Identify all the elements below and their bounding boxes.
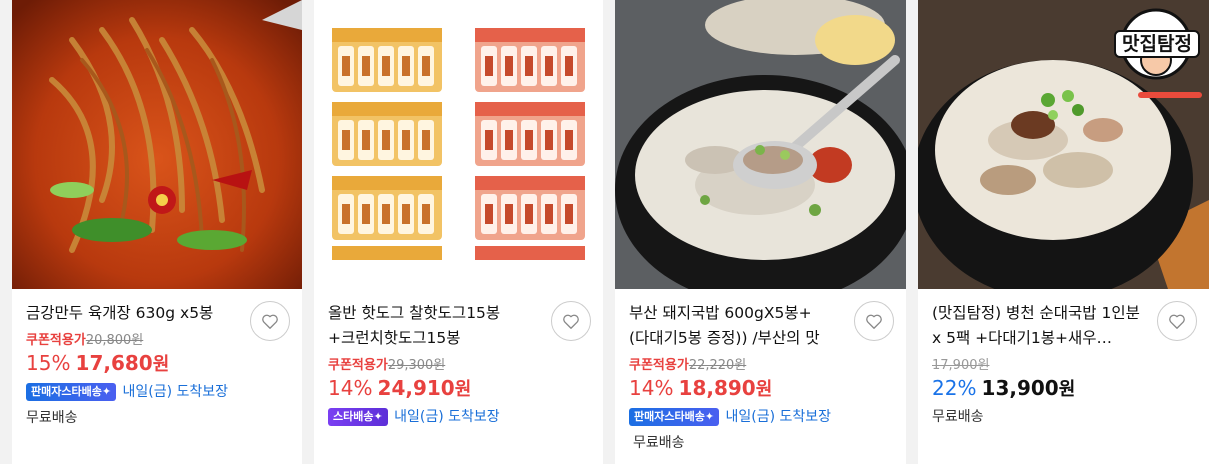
delivery-row: 판매자스타배송✦ 내일(금) 도착보장 — [26, 382, 290, 402]
original-price: 22,220원 — [688, 358, 747, 373]
arrival-guarantee: 내일(금) 도착보장 — [394, 409, 500, 425]
arrival-guarantee: 내일(금) 도착보장 — [725, 409, 832, 425]
price-row: 14% 18,890원 — [629, 375, 894, 401]
wishlist-button[interactable] — [854, 301, 894, 341]
discount-rate: 15% — [26, 351, 71, 375]
free-shipping: 무료배송 — [633, 435, 685, 451]
heart-outline-icon — [866, 314, 882, 329]
product-image-hotdog[interactable] — [314, 0, 603, 289]
original-price-row: 17,900원 — [932, 357, 1197, 375]
heart-outline-icon — [1169, 314, 1185, 329]
star-delivery-badge: 스타배송✦ — [328, 408, 388, 426]
product-card-4[interactable]: 맛집탐정 (맛집탐정) 병천 순대국밥 1인분 x 5팩 +다대기1봉+새우… … — [918, 0, 1209, 464]
coupon-price-row: 쿠폰적용가20,800원 — [26, 332, 290, 350]
price-row: 15% 17,680원 — [26, 350, 290, 376]
price-row: 22% 13,900원 — [932, 375, 1197, 401]
seller-star-delivery-badge: 판매자스타배송✦ — [629, 408, 720, 426]
discount-rate: 14% — [629, 376, 674, 400]
sale-price: 13,900 — [981, 376, 1059, 400]
delivery-row: 스타배송✦ 내일(금) 도착보장 — [328, 407, 591, 427]
sale-price: 18,890 — [678, 376, 756, 400]
currency-unit: 원 — [152, 354, 170, 375]
arrival-guarantee: 내일(금) 도착보장 — [122, 384, 229, 400]
discount-rate: 22% — [932, 376, 977, 400]
currency-unit: 원 — [454, 379, 472, 400]
coupon-price-row: 쿠폰적용가29,300원 — [328, 357, 591, 375]
original-price: 17,900원 — [932, 358, 990, 373]
original-price: 29,300원 — [387, 358, 446, 373]
coupon-price-row: 쿠폰적용가22,220원 — [629, 357, 894, 375]
brand-logo-text: 맛집탐정 — [1114, 30, 1200, 58]
sale-price: 24,910 — [377, 376, 455, 400]
coupon-label: 쿠폰적용가 — [328, 358, 388, 373]
wishlist-button[interactable] — [1157, 301, 1197, 341]
yukgaejang-photo — [12, 0, 302, 289]
currency-unit: 원 — [755, 379, 773, 400]
product-image-sundae-gukbap[interactable]: 맛집탐정 — [918, 0, 1209, 289]
heart-outline-icon — [262, 314, 278, 329]
free-shipping: 무료배송 — [932, 409, 984, 425]
product-card-1[interactable]: 금강만두 육개장 630g x5봉 쿠폰적용가20,800원 15% 17,68… — [12, 0, 302, 464]
product-image-yukgaejang[interactable] — [12, 0, 302, 289]
hotdog-packages-photo — [332, 28, 585, 260]
coupon-label: 쿠폰적용가 — [629, 358, 689, 373]
original-price: 20,800원 — [85, 333, 144, 348]
coupon-label: 쿠폰적용가 — [26, 333, 86, 348]
product-card-2[interactable]: 올반 핫도그 찰핫도그15봉 +크런치핫도그15봉 쿠폰적용가29,300원 1… — [314, 0, 603, 464]
sale-price: 17,680 — [75, 351, 153, 375]
price-row: 14% 24,910원 — [328, 375, 591, 401]
wishlist-button[interactable] — [250, 301, 290, 341]
wishlist-button[interactable] — [551, 301, 591, 341]
delivery-row: 판매자스타배송✦ 내일(금) 도착보장 — [629, 407, 894, 427]
seller-star-delivery-badge: 판매자스타배송✦ — [26, 383, 117, 401]
heart-outline-icon — [563, 314, 579, 329]
free-shipping: 무료배송 — [26, 410, 78, 426]
currency-unit: 원 — [1058, 379, 1076, 400]
product-card-3[interactable]: 부산 돼지국밥 600gX5봉+(다대기5봉 증정)) /부산의 맛 쿠폰적용가… — [615, 0, 906, 464]
dwaeji-gukbap-photo — [615, 0, 906, 289]
discount-rate: 14% — [328, 376, 373, 400]
product-image-dwaeji-gukbap[interactable] — [615, 0, 906, 289]
